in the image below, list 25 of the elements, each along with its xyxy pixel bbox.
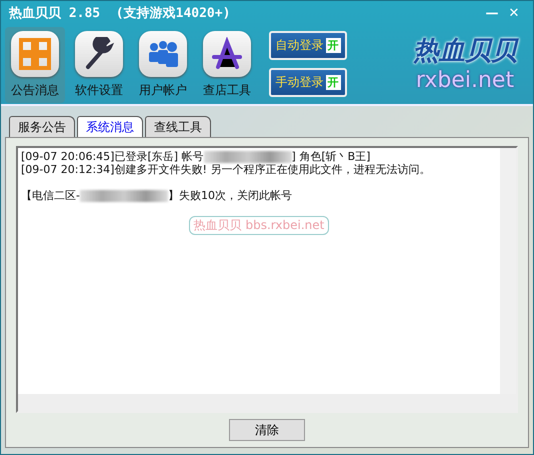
toggle-label: 自动登录 <box>276 37 324 54</box>
horizontal-scrollbar[interactable] <box>18 394 516 411</box>
window-title: 热血贝贝 2.85 (支持游戏14020+) <box>9 5 232 22</box>
login-toggle[interactable]: 自动登录 开 <box>269 31 347 60</box>
toggle-label: 手动登录 <box>276 74 324 91</box>
log-text: [09-07 20:12:34]创建多开文件失败! 另一个程序正在使用此文件，进程无法访问。 <box>21 162 430 177</box>
tab[interactable]: 服务公告 <box>9 116 75 137</box>
toolbar-item[interactable]: 查店工具 <box>197 27 257 103</box>
login-toggle[interactable]: 手动登录 开 <box>269 68 347 97</box>
log-text: 】失败10次，关闭此帐号 <box>168 188 292 203</box>
toggle-state: 开 <box>326 75 340 90</box>
toolbar-item[interactable]: 公告消息 <box>5 27 65 103</box>
vertical-scrollbar[interactable] <box>500 148 516 394</box>
clear-button[interactable]: 清除 <box>229 419 305 441</box>
toolbar-item[interactable]: 软件设置 <box>69 27 129 103</box>
site-banner: 热血贝贝 bbs.rxbei.net <box>188 216 330 235</box>
toolbar-item[interactable]: 用户帐户 <box>133 27 193 103</box>
log-text: [09-07 20:06:45]已登录[东岳] 帐号 <box>21 149 204 164</box>
logo-title: 热血贝贝 <box>413 35 517 68</box>
log-text: ] 角色[斩丶B王] <box>292 149 370 164</box>
tab[interactable]: 系统消息 <box>77 116 143 137</box>
tab[interactable]: 查线工具 <box>145 116 211 137</box>
toggle-state: 开 <box>326 38 340 53</box>
logo-site: rxbei.net <box>416 68 514 93</box>
log-text: 【电信二区- <box>21 188 80 203</box>
